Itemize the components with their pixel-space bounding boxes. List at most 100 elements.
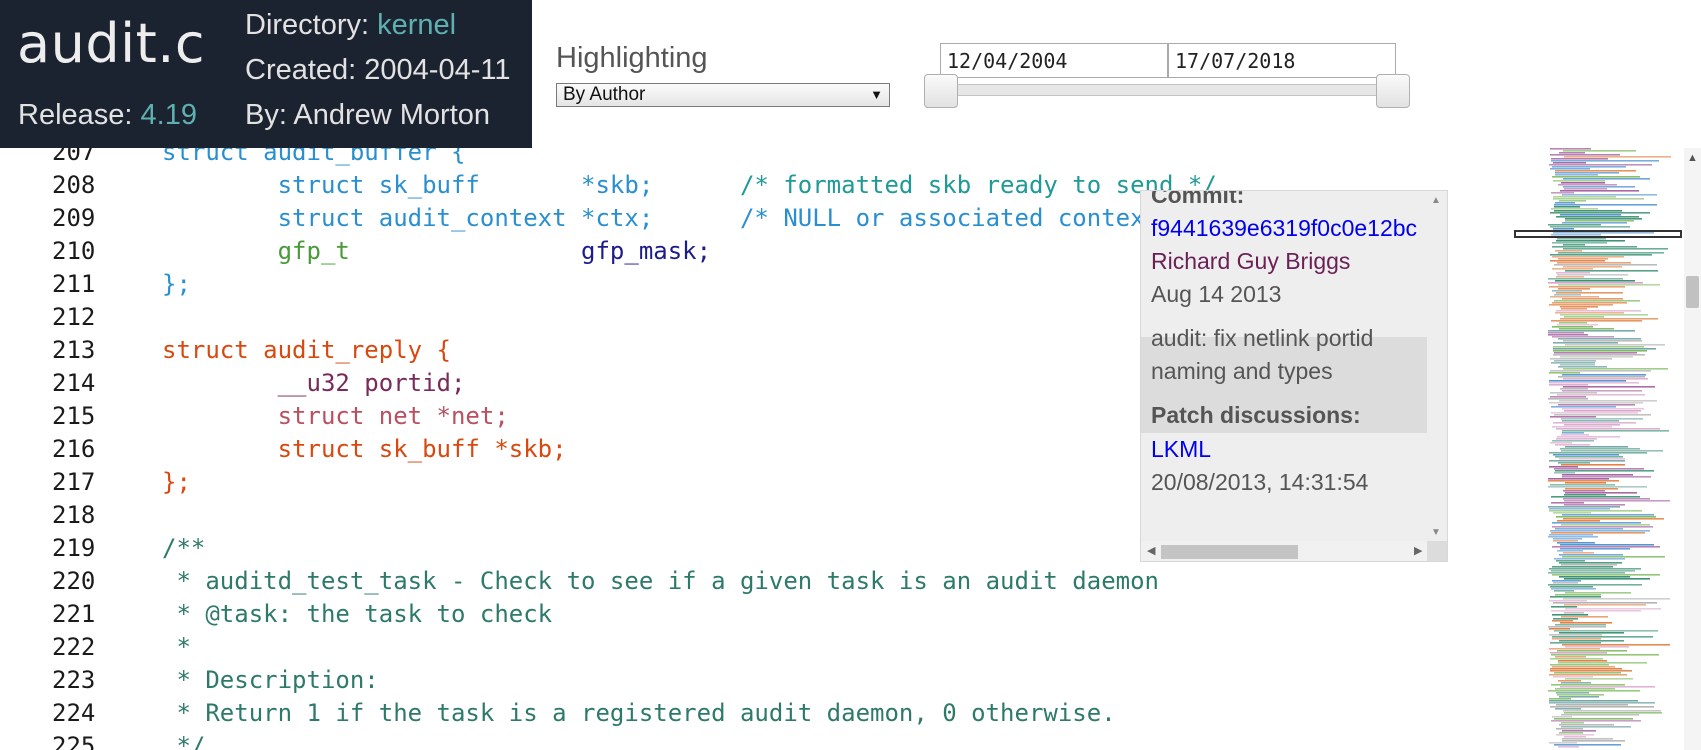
minimap-line [1563,244,1585,246]
minimap-line [1551,412,1638,414]
minimap-line [1554,204,1657,206]
minimap-line [1562,644,1670,646]
code-line[interactable]: 220 * auditd_test_task - Check to see if… [0,567,1514,600]
minimap-line [1564,604,1646,606]
code-line[interactable]: 224 * Return 1 if the task is a register… [0,699,1514,732]
date-range-end-handle[interactable] [1376,74,1410,108]
minimap-line [1548,278,1623,280]
popup-vertical-scrollbar[interactable]: ▲ ▼ [1427,191,1447,543]
scroll-right-arrow-icon[interactable]: ▶ [1414,544,1422,557]
code-token: __u32 [162,369,365,397]
minimap-line [1565,270,1658,272]
minimap-line [1558,366,1607,368]
minimap-line [1552,580,1581,582]
minimap-line [1550,596,1601,598]
release-value: 4.19 [140,99,197,131]
code-token: * [162,633,191,661]
date-from-input[interactable]: 12/04/2004 [940,43,1168,78]
lkml-link[interactable]: LKML [1151,436,1211,463]
minimap-line [1549,286,1625,288]
minimap-line [1554,672,1621,674]
minimap-line [1564,188,1607,190]
minimap-line [1550,392,1597,394]
code-token: gfp_mask; [581,237,712,265]
release-info: Release: 4.19 [18,99,197,132]
date-to-input[interactable]: 17/07/2018 [1168,43,1396,78]
minimap-viewport-indicator[interactable] [1514,230,1682,238]
page-scroll-thumb[interactable] [1686,276,1699,308]
highlighting-select[interactable]: By Author ▼ [556,83,890,107]
code-text: */ [162,732,205,750]
minimap-line [1548,330,1635,332]
minimap-line [1563,490,1605,492]
minimap-line [1562,194,1657,196]
minimap-line [1560,388,1588,390]
minimap-line [1553,342,1618,344]
minimap-line [1554,352,1637,354]
popup-horizontal-scroll-thumb[interactable] [1161,545,1298,559]
code-line[interactable]: 225 */ [0,732,1514,750]
minimap-line [1553,582,1578,584]
minimap-line [1556,734,1594,736]
minimap-line [1549,510,1642,512]
minimap-line [1562,474,1633,476]
code-token: struct sk_buff *skb; [162,171,740,199]
code-line[interactable]: 222 * [0,633,1514,666]
minimap-line [1551,654,1659,656]
line-number: 214 [52,369,96,397]
minimap-line [1553,602,1657,604]
commit-popup[interactable]: Commit: f9441639e6319f0c0e12bc Richard G… [1140,190,1448,562]
minimap-line [1554,360,1596,362]
scroll-left-arrow-icon[interactable]: ◀ [1147,544,1155,557]
minimap-line [1548,332,1584,334]
date-range-slider-track[interactable] [940,84,1394,96]
author-label: By: [245,99,287,131]
minimap-line [1550,148,1591,150]
minimap-line [1562,556,1665,558]
directory-link[interactable]: kernel [377,9,456,41]
minimap-line [1553,540,1578,542]
minimap-line [1555,280,1635,282]
popup-horizontal-scrollbar[interactable]: ◀ ▶ [1141,541,1429,561]
code-line[interactable]: 207 struct audit_buffer { [0,148,1514,171]
minimap-line [1548,478,1609,480]
minimap-line [1555,174,1598,176]
minimap-line [1565,608,1661,610]
minimap-line [1556,438,1597,440]
minimap-line [1549,380,1626,382]
commit-hash-link[interactable]: f9441639e6319f0c0e12bc [1151,215,1417,242]
minimap-line [1554,744,1621,746]
code-line[interactable]: 221 * @task: the task to check [0,600,1514,633]
minimap-line [1552,614,1588,616]
minimap-line [1553,350,1647,352]
minimap-line [1559,696,1599,698]
date-range-start-handle[interactable] [924,74,958,108]
minimap-line [1557,238,1606,240]
minimap-line [1552,636,1653,638]
minimap-line [1561,524,1650,526]
minimap-line [1562,432,1584,434]
highlighting-label: Highlighting [556,42,708,74]
scroll-down-arrow-icon[interactable]: ▼ [1431,527,1441,538]
minimap-line [1550,642,1601,644]
code-line[interactable]: 223 * Description: [0,666,1514,699]
minimap-line [1555,688,1615,690]
minimap-line [1551,320,1642,322]
code-token: }; [162,270,191,298]
scroll-up-arrow-icon[interactable]: ▲ [1687,152,1698,164]
code-minimap[interactable] [1514,148,1684,750]
minimap-line [1555,250,1582,252]
minimap-line [1552,176,1640,178]
minimap-line [1565,678,1633,680]
minimap-line [1552,526,1653,528]
code-text: __u32 portid; [162,369,466,397]
minimap-line [1563,150,1636,152]
scroll-up-arrow-icon[interactable]: ▲ [1431,195,1441,206]
minimap-line [1553,346,1644,348]
minimap-line [1552,666,1615,668]
page-scrollbar[interactable]: ▲ [1684,148,1701,750]
commit-message-line-2: naming and types [1151,358,1333,384]
minimap-line [1550,296,1599,298]
minimap-line [1554,468,1644,470]
minimap-line [1557,436,1620,438]
